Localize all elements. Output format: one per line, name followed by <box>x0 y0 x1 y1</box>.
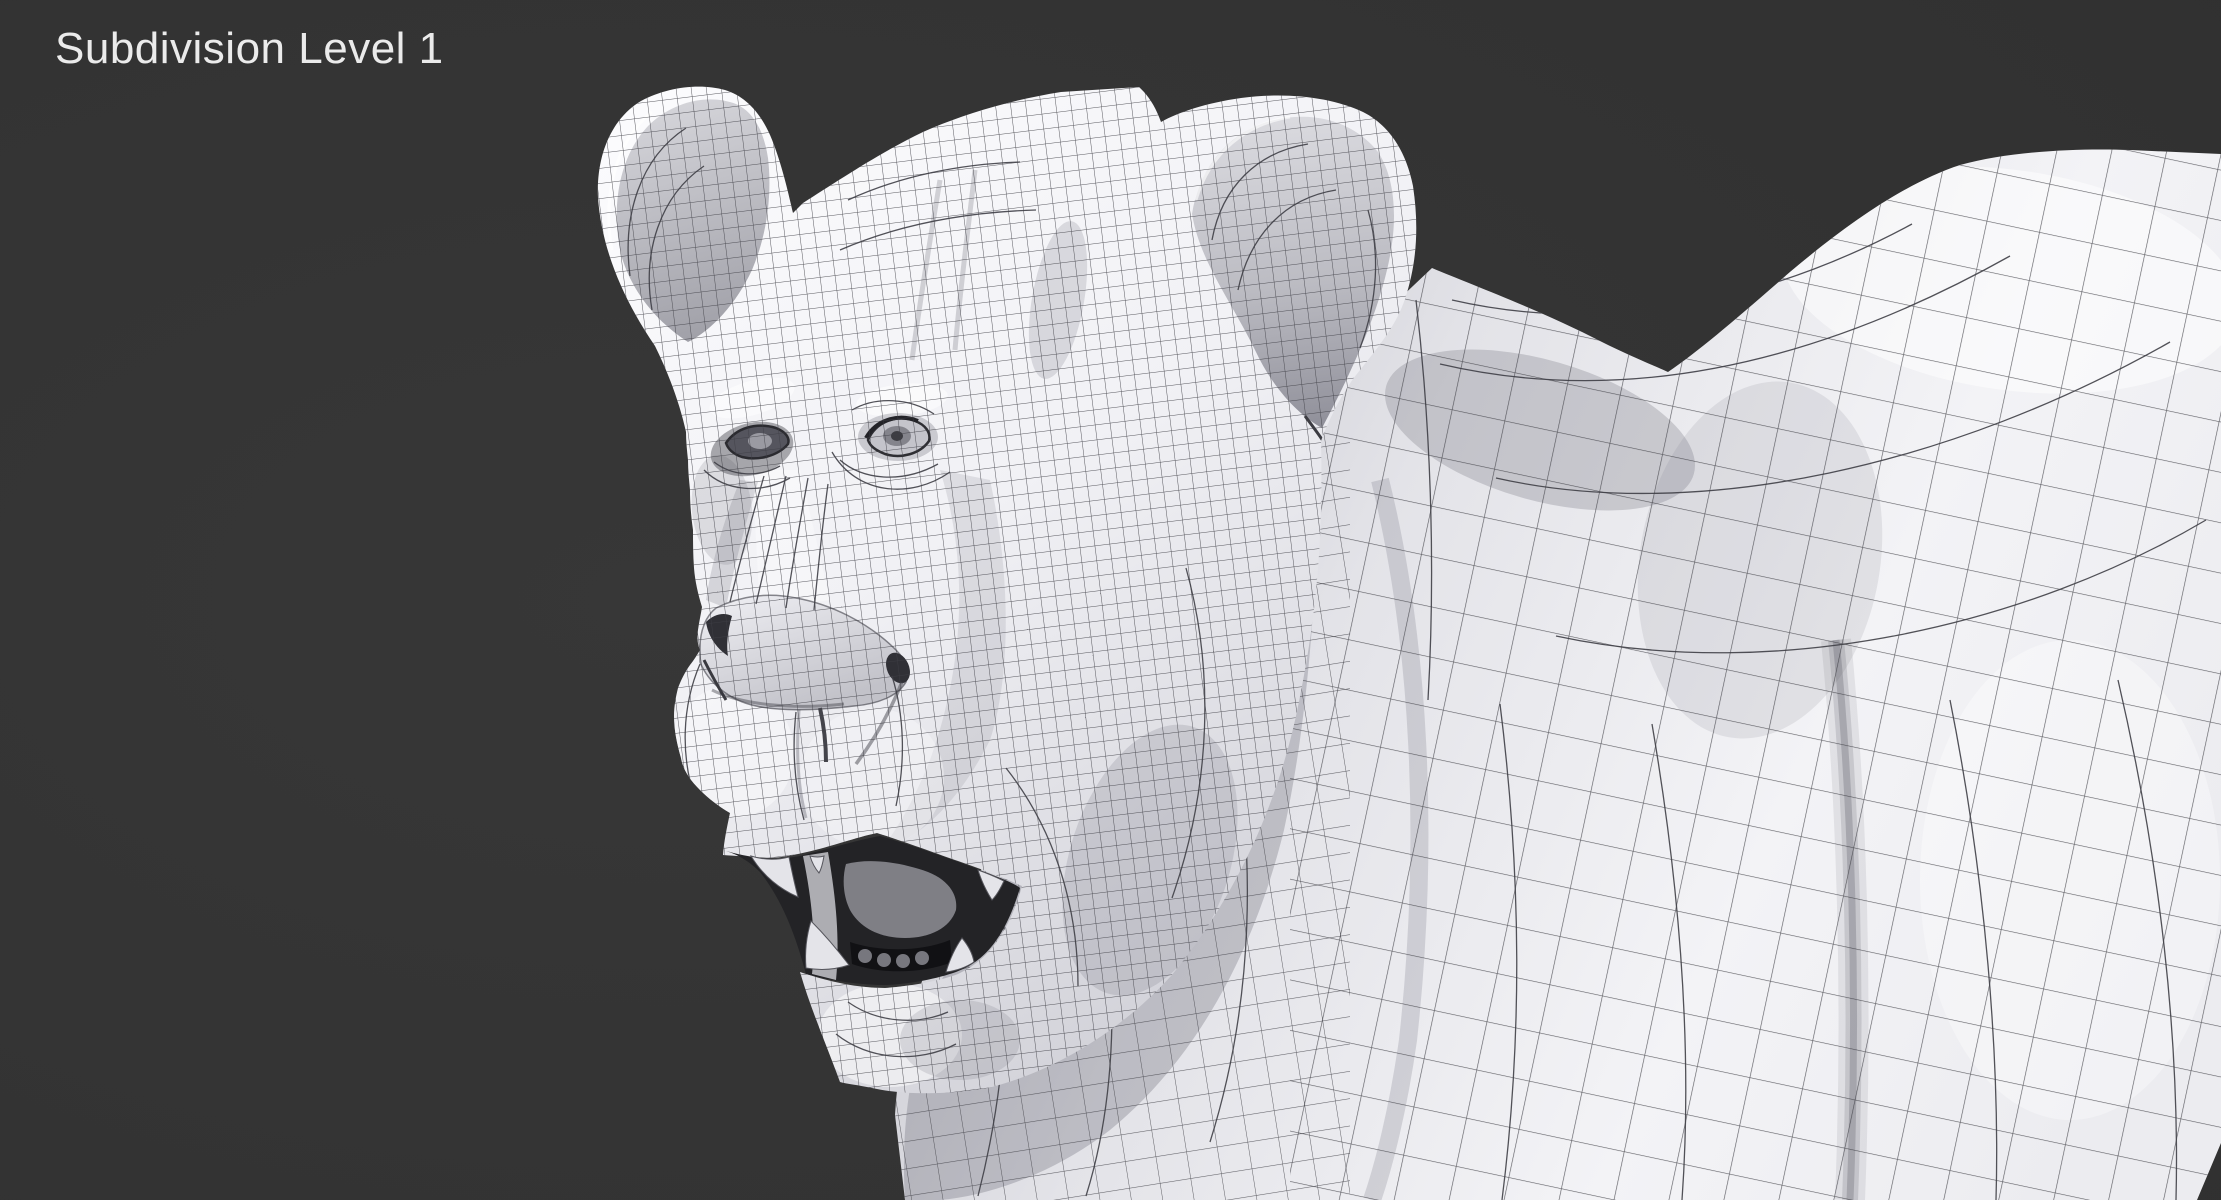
3d-viewport[interactable]: Subdivision Level 1 <box>0 0 2221 1200</box>
wireframe-model-render <box>0 0 2221 1200</box>
subdivision-level-label: Subdivision Level 1 <box>55 24 444 74</box>
